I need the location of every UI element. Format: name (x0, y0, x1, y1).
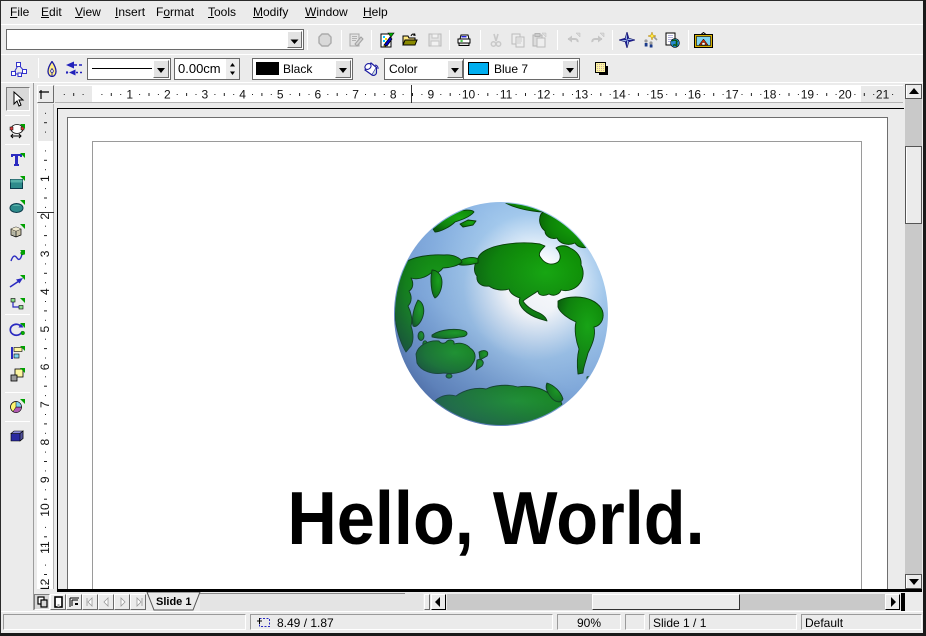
svg-text:10: 10 (38, 503, 52, 517)
svg-text:9: 9 (427, 88, 434, 102)
svg-text:5: 5 (38, 326, 52, 333)
svg-text:9: 9 (38, 476, 52, 483)
svg-text:10: 10 (462, 88, 476, 102)
svg-text:11: 11 (38, 541, 52, 554)
svg-text:6: 6 (38, 363, 52, 370)
svg-text:13: 13 (575, 88, 589, 102)
svg-text:8: 8 (38, 439, 52, 446)
svg-text:1: 1 (126, 88, 133, 102)
svg-text:4: 4 (239, 88, 246, 102)
svg-text:7: 7 (352, 88, 359, 102)
svg-text:8: 8 (390, 88, 397, 102)
svg-text:7: 7 (38, 401, 52, 408)
svg-text:6: 6 (315, 88, 322, 102)
svg-text:11: 11 (500, 88, 513, 102)
svg-text:20: 20 (838, 88, 852, 102)
svg-text:3: 3 (38, 250, 52, 257)
svg-text:15: 15 (650, 88, 664, 102)
svg-text:3: 3 (202, 88, 209, 102)
svg-text:2: 2 (38, 213, 52, 220)
svg-text:19: 19 (801, 88, 815, 102)
svg-text:16: 16 (688, 88, 702, 102)
svg-text:2: 2 (164, 88, 171, 102)
svg-text:17: 17 (725, 88, 739, 102)
svg-text:12: 12 (537, 88, 551, 102)
svg-text:1: 1 (38, 175, 52, 182)
svg-text:4: 4 (38, 288, 52, 295)
svg-text:21: 21 (876, 88, 890, 102)
svg-text:Slide 1: Slide 1 (156, 596, 191, 608)
svg-text:18: 18 (763, 88, 777, 102)
svg-text:12: 12 (38, 578, 52, 589)
svg-text:5: 5 (277, 88, 284, 102)
svg-text:14: 14 (612, 88, 626, 102)
